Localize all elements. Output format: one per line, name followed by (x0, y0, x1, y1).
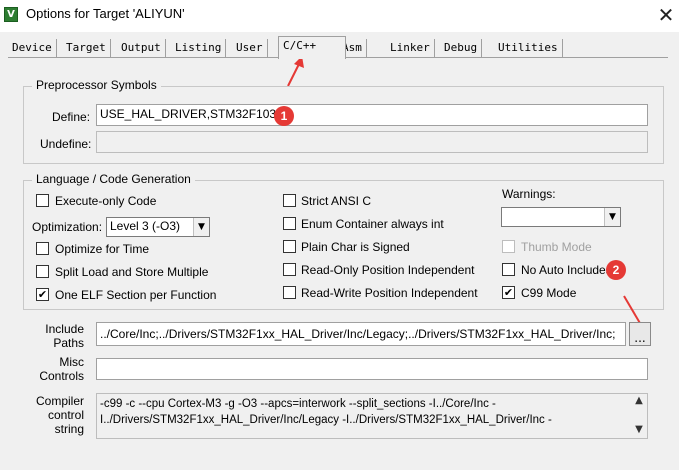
define-input[interactable]: USE_HAL_DRIVER,STM32F103 (96, 104, 648, 126)
tab-utilities[interactable]: Utilities (494, 39, 563, 57)
scroll-up-icon[interactable]: ▲ (631, 395, 647, 409)
plain-char-checkbox[interactable] (283, 240, 296, 253)
execute-only-label: Execute-only Code (55, 194, 157, 208)
warnings-dropdown-icon[interactable]: ▼ (604, 208, 620, 226)
scroll-down-icon[interactable]: ▼ (631, 424, 647, 438)
strict-ansi-checkbox[interactable] (283, 194, 296, 207)
langgen-legend: Language / Code Generation (32, 172, 195, 186)
tab-c-cpp[interactable]: C/C++ (278, 36, 346, 59)
optimize-time-label: Optimize for Time (55, 242, 150, 256)
undefine-input[interactable] (96, 131, 648, 153)
one-elf-label: One ELF Section per Function (55, 288, 217, 302)
optimization-value: Level 3 (-O3) (110, 219, 181, 233)
split-load-checkbox[interactable] (36, 265, 49, 278)
tab-listing[interactable]: Listing (171, 39, 227, 57)
annotation-badge-1: 1 (274, 106, 294, 126)
c99-mode-label: C99 Mode (521, 286, 577, 300)
undefine-label: Undefine: (40, 137, 92, 151)
plain-char-label: Plain Char is Signed (301, 240, 410, 254)
optimize-time-checkbox[interactable] (36, 242, 49, 255)
preprocessor-legend: Preprocessor Symbols (32, 78, 161, 92)
compiler-string-label: Compiler control string (35, 394, 84, 436)
tab-target[interactable]: Target (62, 39, 111, 57)
tab-strip: Device Target Output Listing User C/C++ … (8, 36, 668, 59)
misc-controls-input[interactable] (96, 358, 648, 380)
optimization-dropdown-icon[interactable]: ▼ (193, 218, 209, 236)
tab-device[interactable]: Device (8, 39, 57, 57)
ro-pi-checkbox[interactable] (283, 263, 296, 276)
window-title: Options for Target 'ALIYUN' (26, 6, 185, 21)
split-load-label: Split Load and Store Multiple (55, 265, 209, 279)
enum-int-checkbox[interactable] (283, 217, 296, 230)
c99-mode-checkbox[interactable]: ✔ (502, 286, 515, 299)
execute-only-checkbox[interactable] (36, 194, 49, 207)
tab-linker[interactable]: Linker (386, 39, 435, 57)
optimization-label: Optimization: (32, 220, 103, 234)
app-icon: V (4, 7, 18, 22)
ro-pi-label: Read-Only Position Independent (301, 263, 475, 277)
close-icon[interactable]: ✕ (655, 4, 677, 26)
include-paths-browse-button[interactable]: ... (629, 322, 651, 346)
include-paths-label: Include Paths (45, 322, 84, 350)
misc-controls-label: Misc Controls (39, 355, 84, 383)
warnings-label: Warnings: (502, 187, 556, 201)
annotation-badge-2: 2 (606, 260, 626, 280)
enum-int-label: Enum Container always int (301, 217, 444, 231)
compiler-string-text: -c99 -c --cpu Cortex-M3 -g -O3 --apcs=in… (96, 393, 648, 439)
no-auto-include-checkbox[interactable] (502, 263, 515, 276)
include-paths-input[interactable]: ../Core/Inc;../Drivers/STM32F1xx_HAL_Dri… (96, 322, 626, 346)
define-label: Define: (52, 110, 91, 124)
thumb-mode-checkbox[interactable] (502, 240, 515, 253)
one-elf-checkbox[interactable]: ✔ (36, 288, 49, 301)
tab-user[interactable]: User (232, 39, 268, 57)
strict-ansi-label: Strict ANSI C (301, 194, 372, 208)
tab-output[interactable]: Output (117, 39, 166, 57)
warnings-select[interactable] (501, 207, 621, 227)
thumb-mode-label: Thumb Mode (521, 240, 592, 254)
no-auto-include-label: No Auto Includes (521, 263, 612, 277)
tab-debug[interactable]: Debug (440, 39, 483, 57)
rw-pi-checkbox[interactable] (283, 286, 296, 299)
rw-pi-label: Read-Write Position Independent (301, 286, 478, 300)
